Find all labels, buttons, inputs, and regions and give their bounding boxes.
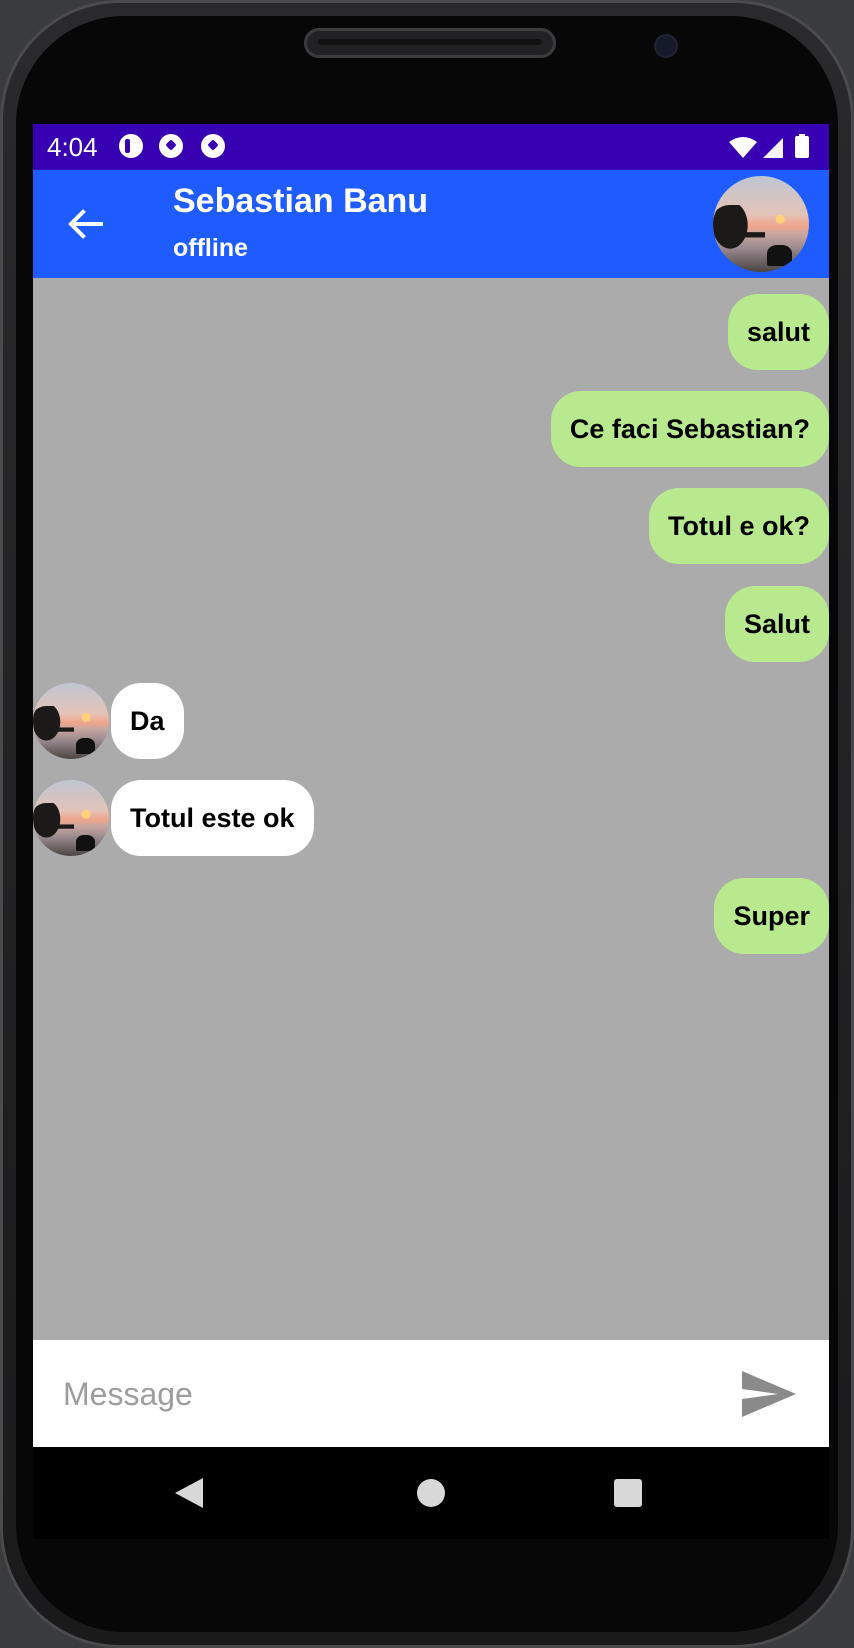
sender-avatar (33, 780, 109, 856)
message-composer (33, 1340, 829, 1447)
message-bubble-incoming[interactable]: Da (111, 683, 184, 759)
status-time: 4:04 (47, 132, 98, 162)
app-screen: 4:04 Sebastian Banu offline salut Ce fac… (33, 124, 829, 1447)
send-button[interactable] (737, 1362, 801, 1426)
contact-status: offline (173, 234, 248, 262)
message-input[interactable] (61, 1368, 685, 1420)
message-bubble-outgoing[interactable]: Ce faci Sebastian? (550, 391, 829, 467)
nav-recents-icon (614, 1479, 642, 1507)
nav-home-button[interactable] (405, 1467, 457, 1519)
sender-avatar (33, 683, 109, 759)
nav-recents-button[interactable] (602, 1467, 654, 1519)
top-speaker (304, 28, 556, 58)
soccer-icon (159, 134, 183, 158)
nav-back-button[interactable] (163, 1467, 215, 1519)
device-frame: 4:04 Sebastian Banu offline salut Ce fac… (0, 0, 854, 1648)
status-bar: 4:04 (33, 124, 829, 170)
app-icon (119, 134, 143, 158)
contact-name: Sebastian Banu (173, 182, 429, 220)
battery-icon (795, 136, 809, 158)
message-bubble-outgoing[interactable]: Salut (724, 586, 829, 662)
message-bubble-outgoing[interactable]: Totul e ok? (649, 488, 829, 564)
wifi-icon (729, 137, 757, 158)
message-bubble-outgoing[interactable]: Super (714, 878, 829, 954)
signal-icon (763, 138, 783, 158)
soccer-icon (201, 134, 225, 158)
message-bubble-incoming[interactable]: Totul este ok (111, 780, 314, 856)
message-bubble-outgoing[interactable]: salut (727, 294, 829, 370)
nav-back-icon (175, 1478, 203, 1508)
back-button[interactable] (53, 192, 117, 256)
arrow-left-icon (68, 209, 103, 239)
nav-home-icon (417, 1479, 445, 1507)
message-list: salut Ce faci Sebastian? Totul e ok? Sal… (33, 278, 829, 1340)
system-nav-bar (33, 1447, 829, 1539)
front-camera (656, 36, 676, 56)
contact-avatar[interactable] (713, 176, 809, 272)
app-bar: Sebastian Banu offline (33, 170, 829, 278)
send-icon (742, 1371, 796, 1417)
status-right-icons (729, 134, 809, 158)
